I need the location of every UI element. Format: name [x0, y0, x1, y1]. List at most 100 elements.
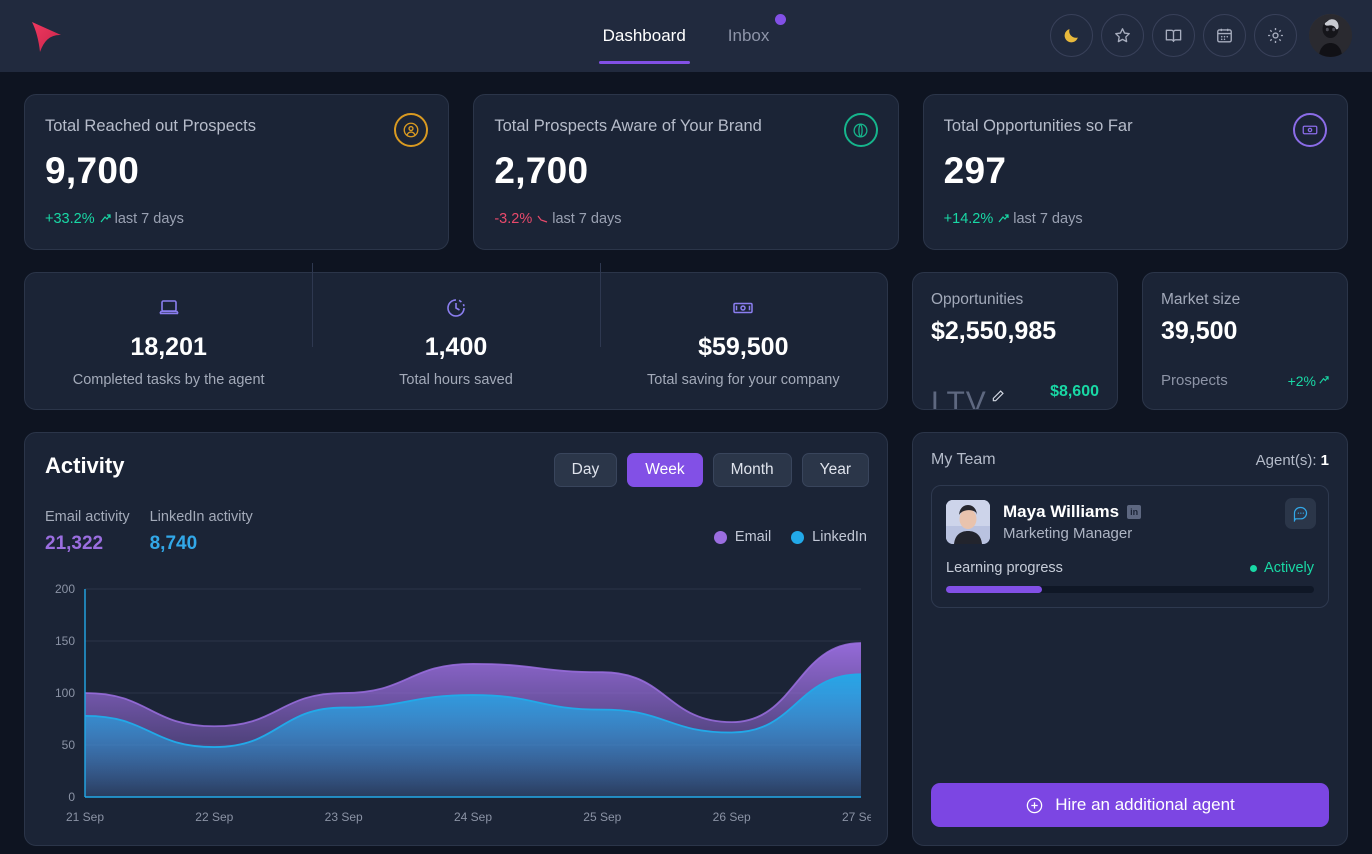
kpi-title: Total Reached out Prospects [45, 117, 256, 135]
timer-icon [312, 295, 599, 321]
tab-dashboard-label: Dashboard [602, 26, 686, 45]
kpi-title: Total Prospects Aware of Your Brand [494, 117, 762, 135]
mini-cards: Opportunities $2,550,985 LTV $8,600 Mark [912, 272, 1348, 410]
chat-bubble-icon[interactable] [1285, 498, 1316, 529]
progress-label: Learning progress [946, 560, 1063, 576]
legend-linkedin: LinkedIn [791, 529, 867, 545]
prospects-delta: +2% [1288, 373, 1329, 389]
mini-title: Opportunities [931, 291, 1024, 308]
main-content: Total Reached out Prospects 9,700 +33.2%… [0, 72, 1372, 846]
svg-text:21 Sep: 21 Sep [66, 810, 104, 824]
kpi-card-reached-out: Total Reached out Prospects 9,700 +33.2%… [24, 94, 450, 250]
linkedin-icon[interactable]: in [1127, 505, 1142, 519]
mini-value: 39,500 [1161, 317, 1238, 345]
book-icon[interactable] [1152, 14, 1195, 57]
member-role: Marketing Manager [1003, 525, 1133, 542]
progress-fill [946, 586, 1042, 593]
metric-email-value: 21,322 [45, 533, 104, 554]
activity-area-chart: 0 50 100 150 200 21 Sep 22 Sep 23 Sep 24 Sep 25 S… [43, 582, 880, 833]
status-dot [1250, 564, 1258, 572]
stat-value: 18,201 [130, 332, 207, 361]
range-year-button[interactable]: Year [801, 453, 869, 487]
kpi-delta-period: last 7 days [114, 211, 184, 227]
kpi-delta-pct: +33.2% [45, 211, 95, 227]
tab-inbox-label: Inbox [727, 26, 770, 45]
chart-legend: Email LinkedIn [713, 529, 867, 545]
svg-text:24 Sep: 24 Sep [454, 810, 492, 824]
kpi-delta-period: last 7 days [1013, 211, 1083, 227]
kpi-delta: -3.2% last 7 days [494, 211, 621, 227]
metric-linkedin: LinkedIn activity 8,740 [150, 509, 253, 555]
star-icon[interactable] [1101, 14, 1144, 57]
svg-text:100: 100 [55, 686, 75, 700]
kpi-title: Total Opportunities so Far [943, 117, 1133, 135]
status-badge: Actively [1250, 560, 1314, 576]
legend-email: Email [713, 529, 771, 545]
kpi-delta: +14.2% last 7 days [944, 211, 1083, 227]
metric-email: Email activity 21,322 [45, 509, 130, 555]
moon-icon[interactable] [1050, 14, 1093, 57]
svg-text:0: 0 [68, 790, 75, 804]
range-week-button[interactable]: Week [627, 453, 703, 487]
kpi-delta-pct: -3.2% [494, 211, 533, 227]
mini-value: $2,550,985 [931, 317, 1057, 345]
stat-value: $59,500 [698, 332, 789, 361]
pencil-icon [992, 390, 1004, 402]
inbox-badge-dot [775, 14, 787, 25]
legend-email-swatch [713, 530, 727, 544]
progress-track [946, 586, 1314, 593]
svg-text:26 Sep: 26 Sep [713, 810, 751, 824]
hire-agent-label: Hire an additional agent [1055, 795, 1235, 814]
member-name: Maya Williams in [1003, 502, 1142, 522]
dashboard-app: Dashboard Inbox Total Reached out Prospe… [0, 0, 1372, 854]
svg-text:23 Sep: 23 Sep [325, 810, 363, 824]
tab-dashboard[interactable]: Dashboard [598, 0, 690, 72]
status-text: Actively [1264, 560, 1314, 576]
svg-text:200: 200 [55, 583, 75, 596]
metric-email-label: Email activity [45, 509, 130, 525]
svg-text:25 Sep: 25 Sep [583, 810, 621, 824]
kpi-delta: +33.2% last 7 days [45, 211, 184, 227]
stats-row: 18,201 Completed tasks by the agent 1,40… [24, 262, 1348, 410]
team-panel: My Team Agent(s): 1 Maya Williams in Mar… [912, 432, 1348, 846]
kpi-row: Total Reached out Prospects 9,700 +33.2%… [24, 94, 1348, 250]
stat-total-saving: $59,500 Total saving for your company [599, 262, 887, 388]
prospects-label: Prospects [1161, 372, 1228, 389]
trend-up-icon [1319, 376, 1329, 384]
hire-agent-button[interactable]: Hire an additional agent [931, 783, 1329, 827]
kpi-card-opportunities: Total Opportunities so Far 297 +14.2% la… [922, 94, 1348, 250]
range-month-button[interactable]: Month [712, 453, 792, 487]
banknote-icon [1292, 113, 1327, 147]
stat-label: Completed tasks by the agent [72, 371, 265, 388]
gear-icon[interactable] [1254, 14, 1297, 57]
activity-panel: Activity Day Week Month Year Email activ… [24, 432, 888, 846]
ltv-value: $8,600 [1050, 383, 1099, 400]
user-avatar[interactable] [1309, 14, 1352, 57]
mini-title: Market size [1161, 291, 1241, 308]
progress-header: Learning progress Actively [946, 560, 1314, 576]
activity-header: Activity Day Week Month Year [43, 453, 869, 487]
calendar-icon[interactable] [1203, 14, 1246, 57]
stat-completed-tasks: 18,201 Completed tasks by the agent [25, 295, 312, 388]
range-day-button[interactable]: Day [553, 453, 618, 487]
trend-down-icon [537, 215, 548, 223]
banknote-icon [600, 295, 887, 321]
ltv-row: LTV $8,600 [931, 383, 1099, 409]
metric-linkedin-value: 8,740 [149, 533, 198, 554]
svg-text:27 Sep: 27 Sep [842, 810, 871, 824]
page-title: Activity [45, 453, 125, 478]
top-header: Dashboard Inbox [0, 0, 1372, 72]
svg-text:22 Sep: 22 Sep [195, 810, 233, 824]
kpi-value: 9,700 [45, 150, 140, 191]
kpi-delta-pct: +14.2% [943, 211, 994, 227]
team-member-card[interactable]: Maya Williams in Marketing Manager Learn… [931, 485, 1329, 608]
team-title: My Team [931, 451, 996, 468]
user-circle-icon [394, 113, 429, 147]
plus-circle-icon [1026, 797, 1043, 813]
trend-up-icon [100, 214, 111, 223]
stat-label: Total hours saved [399, 371, 513, 388]
header-actions [1050, 14, 1352, 57]
tab-inbox[interactable]: Inbox [724, 0, 787, 72]
svg-text:50: 50 [62, 738, 76, 752]
member-avatar [946, 500, 990, 544]
